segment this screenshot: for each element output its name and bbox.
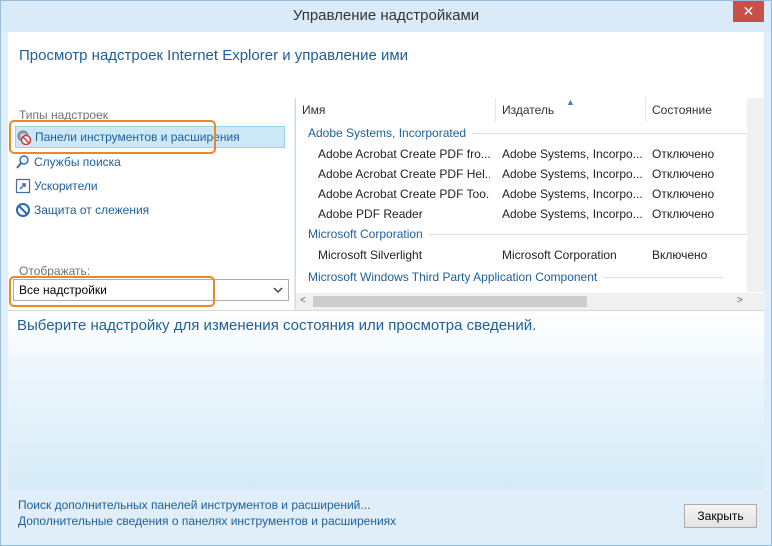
window-close-button[interactable]: ✕ [733, 1, 764, 22]
table-row[interactable]: Adobe Acrobat Create PDF Too... Adobe Sy… [296, 184, 748, 204]
header-panel: Просмотр надстроек Internet Explorer и у… [8, 32, 764, 98]
row-name: Adobe Acrobat Create PDF Hel... [318, 167, 490, 181]
scroll-thumb[interactable] [313, 296, 587, 307]
vertical-scrollbar[interactable] [747, 98, 764, 292]
group-header: Microsoft Corporation [308, 225, 749, 243]
row-name: Adobe PDF Reader [318, 207, 423, 221]
table-row[interactable]: Adobe Acrobat Create PDF Hel... Adobe Sy… [296, 164, 748, 184]
row-publisher: Adobe Systems, Incorpo... [502, 147, 643, 161]
row-name: Microsoft Silverlight [318, 248, 423, 262]
row-name: Adobe Acrobat Create PDF fro... [318, 147, 490, 161]
addon-list: Имя Издатель ▲ Состояние Adobe Systems, … [295, 97, 765, 310]
header-title: Просмотр надстроек Internet Explorer и у… [19, 47, 409, 64]
row-status: Включено [652, 248, 708, 262]
row-status: Отключено [652, 207, 715, 221]
sort-ascending-icon: ▲ [566, 97, 575, 107]
group-label: Microsoft Windows Third Party Applicatio… [308, 270, 598, 284]
type-item-search[interactable]: Службы поиска [15, 151, 285, 173]
table-row[interactable]: Adobe PDF Reader Adobe Systems, Incorpo.… [296, 204, 748, 224]
group-header: Microsoft Windows Third Party Applicatio… [308, 268, 724, 286]
scroll-right-icon[interactable]: > [737, 295, 743, 306]
highlight-toolbars [9, 120, 216, 154]
row-publisher: Microsoft Corporation [502, 248, 617, 262]
highlight-dropdown [9, 276, 215, 307]
footer: Поиск дополнительных панелей инструменто… [8, 490, 764, 540]
window-title: Управление надстройками [292, 7, 480, 24]
row-name: Adobe Acrobat Create PDF Too... [318, 187, 490, 201]
type-item-tracking[interactable]: Защита от слежения [15, 199, 285, 221]
table-row[interactable]: Microsoft Silverlight Microsoft Corporat… [296, 245, 748, 265]
type-item-label: Защита от слежения [34, 203, 150, 217]
column-header-status[interactable]: Состояние [646, 98, 748, 122]
column-header-name[interactable]: Имя [296, 98, 496, 122]
row-publisher: Adobe Systems, Incorpo... [502, 187, 643, 201]
row-publisher: Adobe Systems, Incorpo... [502, 207, 643, 221]
accelerator-icon [15, 178, 31, 194]
type-item-label: Ускорители [34, 179, 98, 193]
row-status: Отключено [652, 147, 715, 161]
search-icon [15, 154, 31, 170]
addon-manager-window: Управление надстройками ✕ Просмотр надст… [0, 0, 772, 546]
group-label: Microsoft Corporation [308, 227, 423, 241]
row-status: Отключено [652, 187, 715, 201]
type-item-accelerators[interactable]: Ускорители [15, 175, 285, 197]
row-status: Отключено [652, 167, 715, 181]
group-label: Adobe Systems, Incorporated [308, 126, 467, 140]
group-header: Adobe Systems, Incorporated [308, 124, 753, 142]
learn-more-toolbars-link[interactable]: Дополнительные сведения о панелях инстру… [18, 514, 396, 528]
type-item-label: Службы поиска [34, 155, 121, 169]
table-row[interactable]: Adobe Acrobat Create PDF fro... Adobe Sy… [296, 144, 748, 164]
close-button[interactable]: Закрыть [684, 504, 757, 528]
no-tracking-icon [15, 202, 31, 218]
details-prompt: Выберите надстройку для изменения состоя… [17, 317, 537, 334]
chevron-down-icon [273, 284, 283, 294]
horizontal-scrollbar[interactable]: < > [296, 293, 765, 310]
row-publisher: Adobe Systems, Incorpo... [502, 167, 643, 181]
find-more-toolbars-link[interactable]: Поиск дополнительных панелей инструменто… [18, 498, 370, 512]
details-pane: Выберите надстройку для изменения состоя… [8, 310, 764, 490]
title-bar: Управление надстройками ✕ [1, 1, 771, 32]
scroll-left-icon[interactable]: < [300, 295, 306, 306]
